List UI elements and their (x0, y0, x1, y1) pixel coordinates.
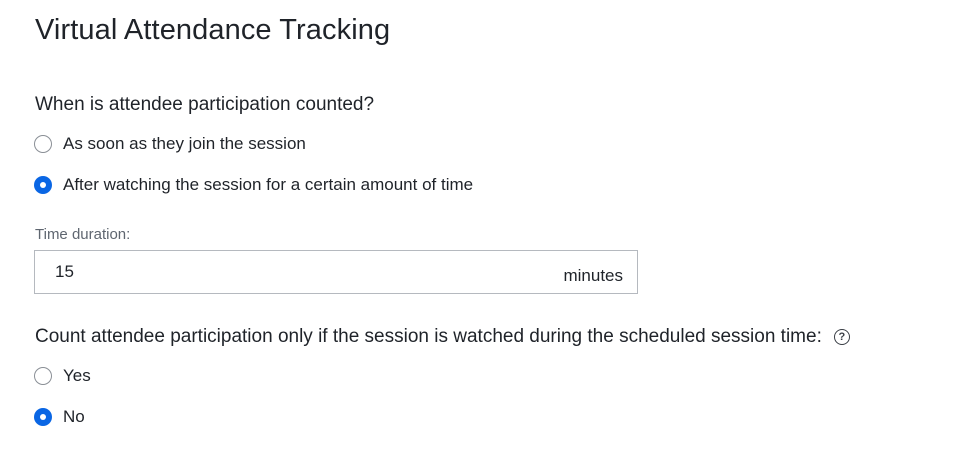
radio-option-join[interactable]: As soon as they join the session (34, 134, 306, 154)
participation-question: When is attendee participation counted? (35, 94, 375, 115)
time-duration-input[interactable] (55, 262, 255, 282)
time-duration-label: Time duration: (35, 226, 131, 243)
time-duration-field[interactable]: minutes (34, 250, 638, 294)
radio-watch-duration-label: After watching the session for a certain… (63, 175, 474, 194)
radio-watch-duration[interactable] (34, 176, 52, 194)
scheduled-time-question: Count attendee participation only if the… (35, 326, 850, 348)
radio-yes-label: Yes (63, 366, 91, 385)
radio-no[interactable] (34, 408, 52, 426)
radio-yes[interactable] (34, 367, 52, 385)
time-duration-unit: minutes (563, 266, 623, 285)
radio-option-yes[interactable]: Yes (34, 366, 91, 386)
radio-option-watch-duration[interactable]: After watching the session for a certain… (34, 175, 473, 195)
radio-join-label: As soon as they join the session (63, 134, 306, 153)
radio-no-label: No (63, 407, 85, 426)
scheduled-time-question-label: Count attendee participation only if the… (35, 326, 822, 347)
radio-option-no[interactable]: No (34, 407, 85, 427)
question-circle-icon[interactable]: ? (833, 329, 850, 345)
radio-join[interactable] (34, 135, 52, 153)
page-title: Virtual Attendance Tracking (35, 14, 391, 46)
